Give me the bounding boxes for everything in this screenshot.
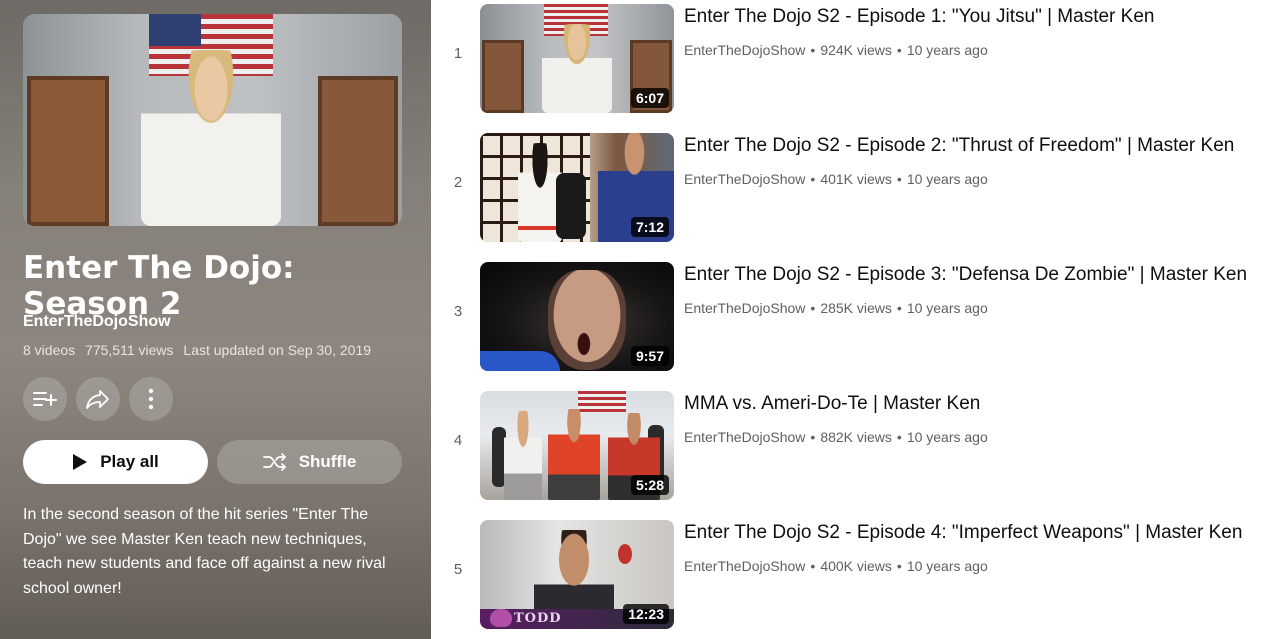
play-all-button[interactable]: Play all [23,440,208,484]
thumbnail-person [504,411,542,500]
playlist-stats: 8 videos 775,511 views Last updated on S… [23,342,377,358]
thumbnail-shape [480,351,560,371]
playlist-video-count: 8 videos [23,342,76,358]
more-actions-button[interactable] [129,377,173,421]
video-age: 10 years ago [906,171,988,187]
video-channel[interactable]: EnterTheDojoShow [684,429,805,445]
video-meta: EnterTheDojoShow • 285K views • 10 years ago [684,300,988,316]
meta-separator: • [810,42,816,58]
video-index: 4 [453,432,463,449]
video-meta: EnterTheDojoShow • 882K views • 10 years ago [684,429,988,445]
meta-separator: • [810,558,816,574]
thumbnail-caption: TODD [514,611,562,626]
share-button[interactable] [76,377,120,421]
shuffle-label: Shuffle [298,452,357,471]
save-to-library-button[interactable] [23,377,67,421]
hero-door-left [27,76,109,226]
playlist-video-list: 1 6:07 Enter The Dojo S2 - Episode 1: "Y… [431,0,1280,639]
video-index: 2 [453,174,463,191]
video-channel[interactable]: EnterTheDojoShow [684,42,805,58]
video-duration-badge: 5:28 [630,475,669,495]
play-all-label: Play all [100,452,159,471]
video-thumbnail[interactable]: 7:12 [480,133,674,242]
thumbnail-person [542,24,612,113]
play-icon [73,454,88,470]
shuffle-icon [262,453,286,471]
video-channel[interactable]: EnterTheDojoShow [684,300,805,316]
thumbnail-kick-pad [556,173,586,239]
video-duration-badge: 7:12 [630,217,669,237]
playlist-title: Enter The Dojo: Season 2 [23,250,295,322]
video-index: 3 [453,303,463,320]
video-title[interactable]: Enter The Dojo S2 - Episode 1: "You Jits… [684,6,1154,28]
playlist-add-icon [33,392,57,406]
meta-separator: • [896,300,902,316]
playlist-hero-thumbnail[interactable] [23,14,402,226]
thumbnail-logo [490,609,512,627]
playlist-last-updated: Last updated on Sep 30, 2019 [183,342,372,358]
meta-separator: • [810,300,816,316]
video-title[interactable]: MMA vs. Ameri-Do-Te | Master Ken [684,393,980,415]
playlist-view-count: 775,511 views [85,342,174,358]
video-age: 10 years ago [906,300,988,316]
share-icon [86,390,109,409]
video-thumbnail[interactable]: 5:28 [480,391,674,500]
video-meta: EnterTheDojoShow • 400K views • 10 years ago [684,558,988,574]
playlist-header-panel: Enter The Dojo: Season 2 EnterTheDojoSho… [0,0,431,639]
video-duration-badge: 9:57 [630,346,669,366]
video-title[interactable]: Enter The Dojo S2 - Episode 2: "Thrust o… [684,135,1234,157]
thumbnail-speed-bag [618,544,632,564]
hero-person [141,50,281,226]
video-thumbnail[interactable]: 9:57 [480,262,674,371]
video-index: 5 [453,561,463,578]
video-age: 10 years ago [906,558,988,574]
playlist-video-row[interactable]: 3 9:57 Enter The Dojo S2 - Episode 3: "D… [431,258,1280,371]
video-meta: EnterTheDojoShow • 924K views • 10 years ago [684,42,988,58]
playlist-video-row[interactable]: 4 5:28 MMA vs. Ameri-Do-Te | Master Ken … [431,387,1280,500]
video-title[interactable]: Enter The Dojo S2 - Episode 4: "Imperfec… [684,522,1242,544]
thumbnail-door [482,40,524,113]
shuffle-button[interactable]: Shuffle [217,440,402,484]
video-title[interactable]: Enter The Dojo S2 - Episode 3: "Defensa … [684,264,1247,286]
playlist-video-row[interactable]: 1 6:07 Enter The Dojo S2 - Episode 1: "Y… [431,0,1280,113]
video-views: 924K views [820,42,892,58]
video-views: 285K views [820,300,892,316]
playlist-description: In the second season of the hit series "… [23,506,386,597]
video-channel[interactable]: EnterTheDojoShow [684,558,805,574]
playlist-video-row[interactable]: 2 7:12 Enter The Dojo S2 - Episode 2: "T… [431,129,1280,242]
meta-separator: • [896,42,902,58]
meta-separator: • [810,429,816,445]
thumbnail-face [548,270,626,370]
hero-door-right [318,76,398,226]
video-thumbnail[interactable]: 6:07 [480,4,674,113]
video-channel[interactable]: EnterTheDojoShow [684,171,805,187]
video-duration-badge: 12:23 [623,604,669,624]
more-vert-icon [148,388,154,410]
video-views: 400K views [820,558,892,574]
video-views: 401K views [820,171,892,187]
playlist-channel-link[interactable]: EnterTheDojoShow [23,313,171,331]
video-meta: EnterTheDojoShow • 401K views • 10 years ago [684,171,988,187]
video-age: 10 years ago [906,429,988,445]
video-thumbnail[interactable]: TODD 12:23 [480,520,674,629]
video-duration-badge: 6:07 [630,88,669,108]
playlist-video-row[interactable]: 5 TODD 12:23 Enter The Dojo S2 - Episode… [431,516,1280,629]
video-age: 10 years ago [906,42,988,58]
meta-separator: • [896,429,902,445]
meta-separator: • [896,558,902,574]
meta-separator: • [896,171,902,187]
video-views: 882K views [820,429,892,445]
meta-separator: • [810,171,816,187]
thumbnail-person [548,409,600,500]
video-index: 1 [453,45,463,62]
